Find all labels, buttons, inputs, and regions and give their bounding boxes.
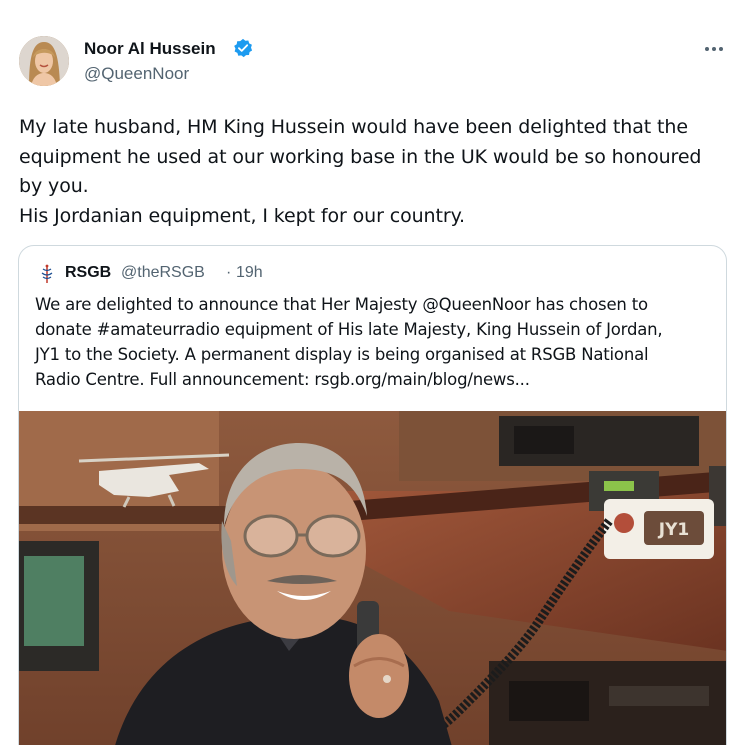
tweet-text-line: by you. [19,175,89,197]
author-name[interactable]: Noor Al Hussein [84,38,216,60]
author-handle[interactable]: @QueenNoor [84,63,189,85]
quoted-tweet[interactable]: RSGB @theRSGB · 19h We are delighted to … [18,245,727,745]
quoted-photo[interactable]: JY1 [19,411,726,745]
quoted-text: We are delighted to announce that Her Ma… [35,292,715,392]
tweet-text-line: My late husband, HM King Hussein would h… [19,116,688,138]
verified-badge-icon [234,38,253,58]
more-dot [719,47,723,51]
more-dot [705,47,709,51]
quoted-timestamp[interactable]: 19h [236,263,263,283]
quoted-text-line: JY1 to the Society. A permanent display … [35,345,649,364]
more-options-icon[interactable] [700,38,728,60]
quoted-text-line: donate #amateurradio equipment of His la… [35,320,663,339]
more-dot [712,47,716,51]
tweet-text: My late husband, HM King Hussein would h… [19,113,729,231]
author-avatar[interactable] [19,36,69,86]
tweet-card: Noor Al Hussein @QueenNoor My late husba… [0,0,748,745]
quoted-text-line: We are delighted to announce that Her Ma… [35,295,648,314]
avatar-image [19,36,69,86]
king-hussein-radio-photo: JY1 [19,411,726,745]
quoted-separator: · [226,264,232,281]
tweet-text-line: equipment he used at our working base in… [19,145,702,168]
photo-jy1-label: JY1 [658,520,689,540]
rsgb-logo-icon [41,264,53,283]
quoted-author-handle[interactable]: @theRSGB [121,263,205,283]
tweet-text-line: His Jordanian equipment, I kept for our … [19,204,465,227]
quoted-text-line: Radio Centre. Full announcement: rsgb.or… [35,370,530,389]
quoted-author-name[interactable]: RSGB [65,263,111,283]
